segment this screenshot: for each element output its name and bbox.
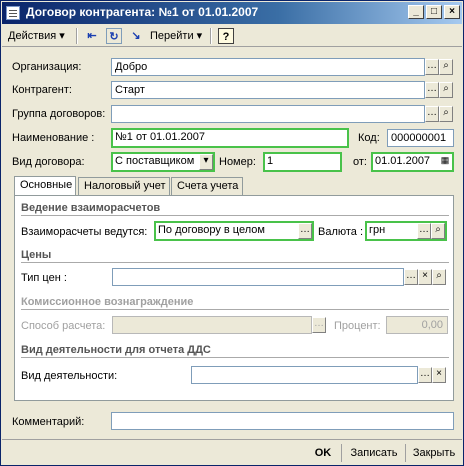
goto-menu-label: Перейти bbox=[150, 30, 194, 42]
close-button[interactable]: Закрыть bbox=[408, 443, 460, 463]
comment-field[interactable] bbox=[111, 412, 454, 430]
button-bar: OK Записать Закрыть bbox=[2, 439, 462, 465]
comment-label: Комментарий: bbox=[12, 416, 85, 428]
toolbar: Действия ▾ ⇤ ↻ ↘ Перейти ▾ ? bbox=[2, 25, 462, 47]
dialog-window: Договор контрагента: №1 от 01.01.2007 _ … bbox=[0, 0, 464, 466]
tab-tax-accounting[interactable]: Налоговый учет bbox=[78, 177, 170, 195]
organization-select-button[interactable]: … bbox=[425, 59, 439, 75]
price-type-select-button[interactable]: … bbox=[404, 269, 418, 285]
settlements-label: Взаиморасчеты ведутся: bbox=[21, 226, 148, 238]
tab-accounts[interactable]: Счета учета bbox=[171, 177, 243, 195]
tab-panel-main: Ведение взаиморасчетов Взаиморасчеты вед… bbox=[14, 195, 454, 401]
activity-type-select-button[interactable]: … bbox=[418, 367, 432, 383]
contract-group-field[interactable] bbox=[111, 105, 425, 123]
actions-menu[interactable]: Действия ▾ bbox=[8, 27, 65, 45]
help-button[interactable]: ? bbox=[218, 28, 234, 44]
section-divider bbox=[21, 215, 449, 216]
button-separator bbox=[341, 444, 342, 462]
minimize-button[interactable]: _ bbox=[408, 5, 424, 19]
price-type-clear-icon[interactable]: × bbox=[418, 269, 432, 285]
back-arrow-icon[interactable]: ⇤ bbox=[84, 28, 100, 44]
section-divider bbox=[21, 262, 449, 263]
price-type-label: Тип цен : bbox=[21, 272, 67, 284]
settlements-section-title: Ведение взаиморасчетов bbox=[21, 202, 161, 214]
currency-label: Валюта : bbox=[318, 226, 364, 238]
ok-button[interactable]: OK bbox=[308, 443, 338, 463]
name-label: Наименование : bbox=[12, 132, 95, 144]
percent-field[interactable]: 0,00 bbox=[386, 316, 448, 334]
calc-method-select-button[interactable]: … bbox=[312, 317, 326, 333]
calc-method-label: Способ расчета: bbox=[21, 320, 106, 332]
contract-group-label: Группа договоров: bbox=[12, 108, 106, 120]
prices-section-title: Цены bbox=[21, 249, 52, 261]
close-window-button[interactable]: × bbox=[444, 5, 460, 19]
title-bar[interactable]: Договор контрагента: №1 от 01.01.2007 _ … bbox=[2, 2, 462, 24]
name-field[interactable]: №1 от 01.01.2007 bbox=[111, 128, 349, 148]
contract-type-dropdown-icon[interactable]: ▾ bbox=[199, 154, 213, 170]
counterparty-label: Контрагент: bbox=[12, 84, 72, 96]
counterparty-search-icon[interactable]: ⌕ bbox=[439, 82, 453, 98]
currency-select-button[interactable]: … bbox=[417, 223, 431, 239]
price-type-field[interactable] bbox=[112, 268, 404, 286]
organization-label: Организация: bbox=[12, 61, 82, 73]
section-divider bbox=[21, 309, 449, 310]
percent-label: Процент: bbox=[334, 320, 381, 332]
maximize-button[interactable]: □ bbox=[426, 5, 442, 19]
save-button[interactable]: Записать bbox=[345, 443, 403, 463]
number-label: Номер: bbox=[219, 156, 256, 168]
organization-search-icon[interactable]: ⌕ bbox=[439, 59, 453, 75]
window-title: Договор контрагента: №1 от 01.01.2007 bbox=[26, 5, 259, 19]
date-label: от: bbox=[353, 156, 367, 168]
document-icon bbox=[6, 6, 20, 20]
section-divider bbox=[21, 357, 449, 358]
calc-method-field[interactable] bbox=[112, 316, 312, 334]
calendar-icon[interactable]: ▦ bbox=[438, 154, 452, 170]
contract-group-select-button[interactable]: … bbox=[425, 106, 439, 122]
dds-section-title: Вид деятельности для отчета ДДС bbox=[21, 344, 211, 356]
organization-field[interactable]: Добро bbox=[111, 58, 425, 76]
commission-section-title: Комиссионное вознаграждение bbox=[21, 296, 194, 308]
activity-type-label: Вид деятельности: bbox=[21, 370, 118, 382]
toolbar-separator bbox=[76, 28, 78, 44]
activity-type-clear-icon[interactable]: × bbox=[432, 367, 446, 383]
button-separator bbox=[405, 444, 406, 462]
counterparty-select-button[interactable]: … bbox=[425, 82, 439, 98]
refresh-icon[interactable]: ↻ bbox=[106, 28, 122, 44]
number-field[interactable]: 1 bbox=[263, 152, 342, 172]
settlements-select-button[interactable]: … bbox=[298, 223, 312, 239]
counterparty-field[interactable]: Старт bbox=[111, 81, 425, 99]
toolbar-separator bbox=[210, 28, 212, 44]
actions-menu-label: Действия bbox=[8, 30, 57, 42]
contract-type-label: Вид договора: bbox=[12, 156, 85, 168]
goto-menu[interactable]: Перейти ▾ bbox=[150, 27, 202, 45]
currency-search-icon[interactable]: ⌕ bbox=[431, 223, 445, 239]
tab-main[interactable]: Основные bbox=[14, 176, 76, 196]
code-label: Код: bbox=[358, 132, 380, 144]
activity-type-field[interactable] bbox=[191, 366, 418, 384]
code-field[interactable]: 000000001 bbox=[387, 129, 454, 147]
goto-arrow-icon[interactable]: ↘ bbox=[128, 28, 144, 44]
settlements-field[interactable]: По договору в целом bbox=[154, 221, 314, 241]
contract-group-search-icon[interactable]: ⌕ bbox=[439, 106, 453, 122]
price-type-search-icon[interactable]: ⌕ bbox=[432, 269, 446, 285]
